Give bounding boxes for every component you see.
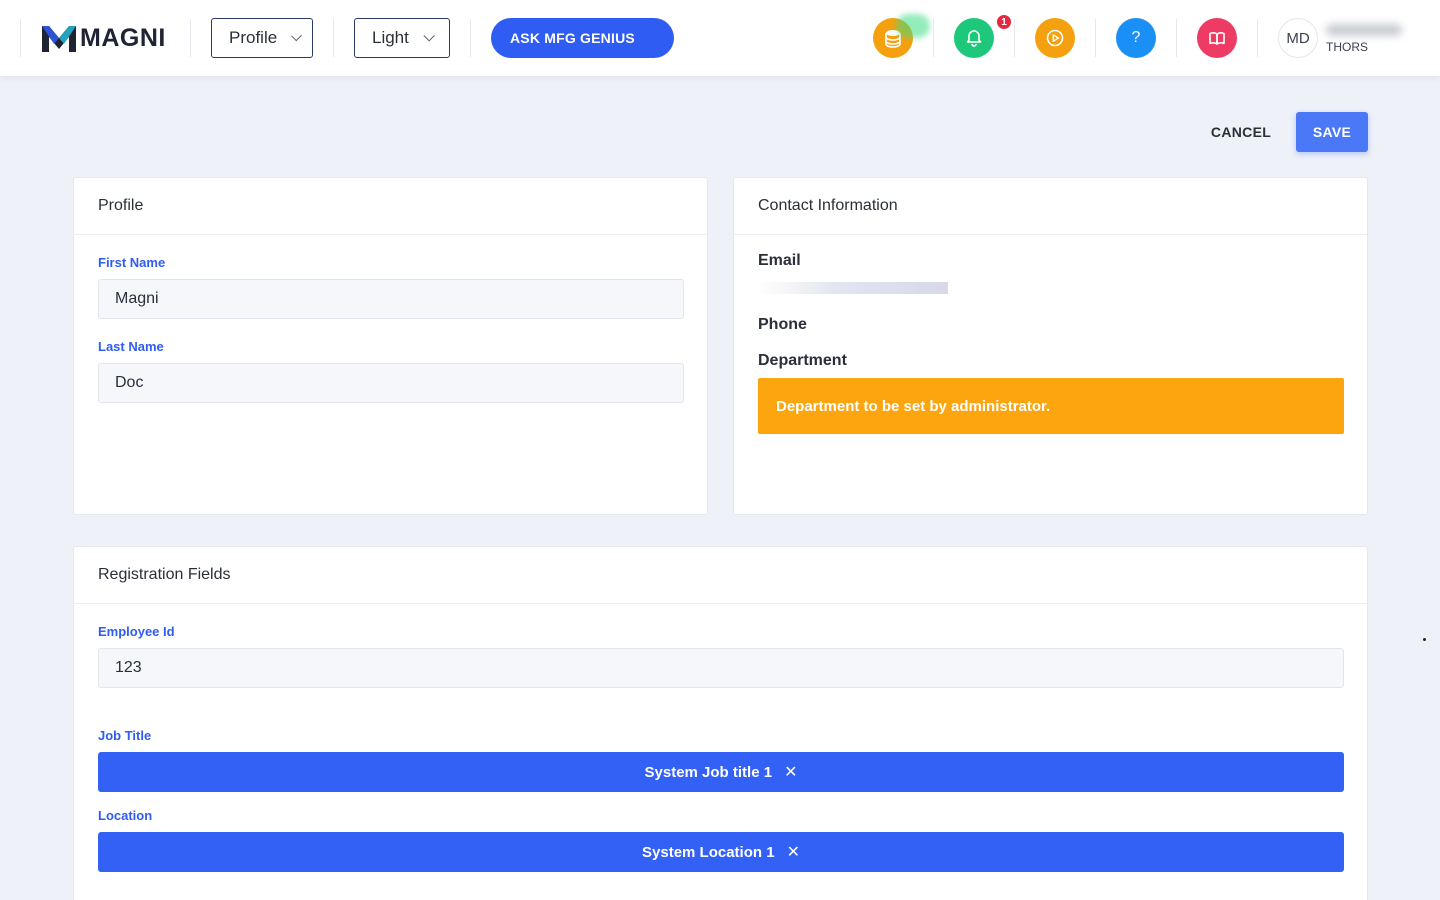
- last-name-label: Last Name: [98, 339, 164, 354]
- logo-text: MAGNI: [80, 23, 166, 52]
- registration-fields-card: Registration Fields Employee Id 123 Job …: [73, 546, 1368, 900]
- job-title-chip[interactable]: System Job title 1 ✕: [98, 752, 1344, 792]
- close-icon[interactable]: ✕: [784, 762, 797, 782]
- location-label: Location: [98, 808, 153, 823]
- divider: [470, 19, 471, 57]
- department-notice: Department to be set by administrator.: [758, 378, 1344, 434]
- phone-label: Phone: [758, 316, 807, 333]
- theme-select-value: Light: [372, 28, 409, 47]
- notification-count-badge: 1: [995, 13, 1013, 31]
- profile-select-value: Profile: [229, 28, 278, 47]
- divider: [1176, 19, 1177, 57]
- last-name-input[interactable]: Doc: [98, 363, 684, 403]
- cursor-dot: [1423, 638, 1426, 641]
- divider: [1014, 19, 1015, 57]
- divider: [933, 19, 934, 57]
- ask-mfg-genius-button[interactable]: ASK MFG GENIUS: [491, 18, 674, 58]
- email-value-redacted: [758, 282, 948, 294]
- profile-select[interactable]: Profile: [211, 18, 313, 58]
- department-label: Department: [758, 352, 847, 369]
- magni-logo-icon: [42, 26, 76, 52]
- divider: [1095, 19, 1096, 57]
- first-name-input[interactable]: Magni: [98, 279, 684, 319]
- employee-id-label: Employee Id: [98, 624, 175, 639]
- divider: [1257, 19, 1258, 57]
- divider: [20, 19, 21, 57]
- divider: [333, 19, 334, 57]
- documentation-button[interactable]: [1197, 18, 1237, 58]
- user-avatar[interactable]: MD: [1278, 18, 1318, 58]
- chevron-down-icon: [291, 30, 302, 42]
- help-icon: ?: [1131, 29, 1141, 46]
- job-title-value: System Job title 1: [644, 763, 773, 781]
- location-chip[interactable]: System Location 1 ✕: [98, 832, 1344, 872]
- tutorial-video-button[interactable]: [1035, 18, 1075, 58]
- help-button[interactable]: ?: [1116, 18, 1156, 58]
- divider: [190, 19, 191, 57]
- first-name-label: First Name: [98, 255, 166, 270]
- top-navigation-bar: MAGNI Profile Light ASK MFG GENIUS 1 ? M…: [0, 0, 1440, 76]
- user-name-redacted: [1326, 24, 1402, 36]
- profile-card-title: Profile: [74, 178, 707, 235]
- close-icon[interactable]: ✕: [787, 842, 800, 862]
- profile-card: Profile First Name Magni Last Name Doc: [73, 177, 708, 515]
- book-icon: [1209, 32, 1225, 45]
- play-icon: [1046, 29, 1064, 47]
- coins-badge: [896, 14, 930, 38]
- employee-id-input[interactable]: 123: [98, 648, 1344, 688]
- notifications-button[interactable]: [954, 18, 994, 58]
- email-label: Email: [758, 252, 801, 269]
- user-organization: THORS: [1326, 40, 1368, 54]
- registration-card-title: Registration Fields: [74, 547, 1367, 604]
- chevron-down-icon: [423, 30, 435, 42]
- contact-information-card: Contact Information Email Phone Departme…: [733, 177, 1368, 515]
- cancel-button[interactable]: CANCEL: [1200, 112, 1282, 152]
- magni-logo[interactable]: MAGNI: [42, 24, 166, 52]
- theme-select[interactable]: Light: [354, 18, 450, 58]
- save-button[interactable]: SAVE: [1296, 112, 1368, 152]
- bell-icon: [966, 30, 982, 47]
- contact-card-title: Contact Information: [734, 178, 1367, 235]
- job-title-label: Job Title: [98, 728, 152, 743]
- location-value: System Location 1: [642, 843, 775, 861]
